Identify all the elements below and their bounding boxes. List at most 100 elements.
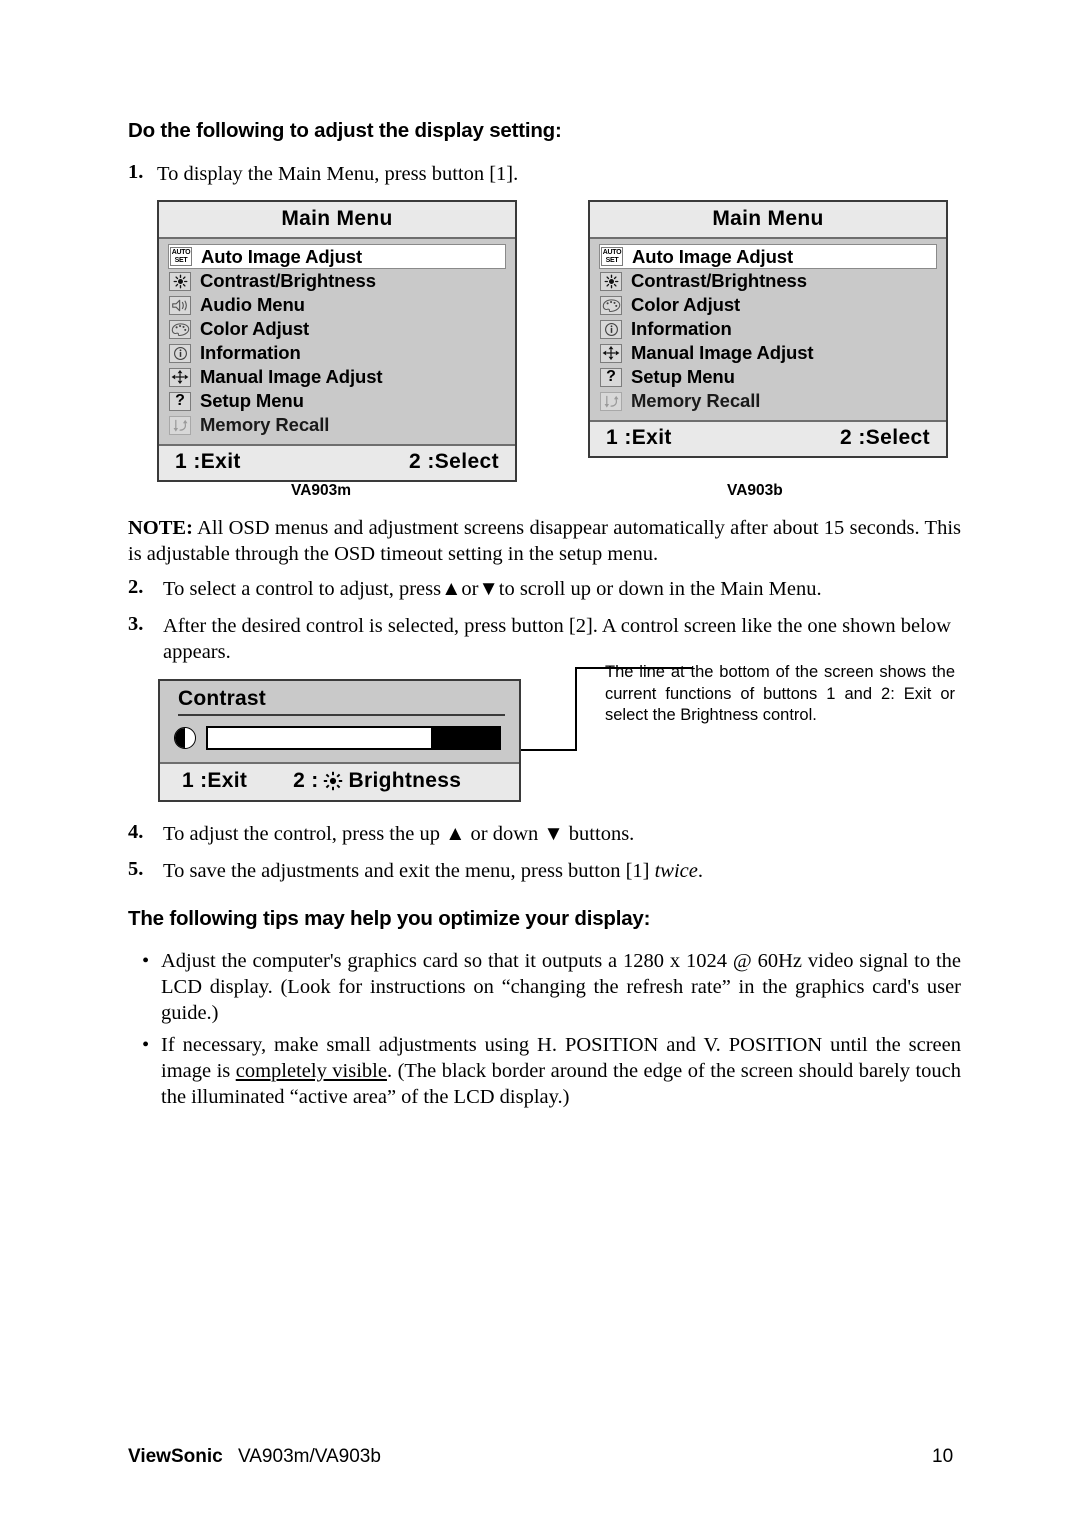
callout-leader-vertical [575, 667, 577, 751]
osd-left-item-label: Setup Menu [200, 390, 304, 411]
osd-left-item-label: Memory Recall [200, 414, 330, 435]
osd-right-item-setup-menu[interactable]: ? Setup Menu [599, 365, 937, 389]
contrast-slider-row [160, 716, 519, 762]
step-4-text: To adjust the control, press the up ▲ or… [163, 823, 635, 845]
note-label: NOTE: [128, 517, 193, 539]
osd-contrast-control-screen: Contrast 1 :Exit 2 : Brightness [158, 679, 521, 802]
step-5-lead: To save the adjustments and exit the men… [163, 860, 655, 882]
information-icon [600, 319, 622, 339]
memory-recall-icon [169, 415, 191, 435]
footer-brand: ViewSonic [128, 1446, 223, 1467]
contrast-half-circle-icon [174, 727, 196, 749]
brightness-sun-icon [600, 271, 622, 291]
osd-right-item-label: Information [631, 318, 732, 339]
osd-left-title: Main Menu [159, 202, 515, 239]
osd-left-footer-exit[interactable]: 1 :Exit [175, 450, 241, 474]
osd-left-item-color-adjust[interactable]: Color Adjust [168, 317, 506, 341]
osd-right-item-label: Color Adjust [631, 294, 741, 315]
tip-2-text: If necessary, make small adjustments usi… [161, 1032, 961, 1110]
brightness-sun-icon [169, 271, 191, 291]
contrast-slider-fill [208, 728, 433, 748]
color-palette-icon [600, 295, 622, 315]
question-mark-icon: ? [169, 391, 191, 411]
osd-right-item-contrast-brightness[interactable]: Contrast/Brightness [599, 269, 937, 293]
osd-left-footer: 1 :Exit 2 :Select [159, 444, 515, 480]
contrast-title: Contrast [178, 687, 266, 710]
osd-right-item-memory-recall[interactable]: Memory Recall [599, 389, 937, 413]
callout-text: The line at the bottom of the screen sho… [605, 663, 955, 724]
osd-main-menu-va903b: Main Menu AUTO SET Auto Image Adjust Con… [588, 200, 948, 458]
osd-left-item-label: Color Adjust [200, 318, 310, 339]
step-1-text: To display the Main Menu, press button [… [157, 163, 519, 185]
osd-right-item-label: Setup Menu [631, 366, 735, 387]
memory-recall-icon [600, 391, 622, 411]
osd-right-item-label: Auto Image Adjust [632, 245, 794, 267]
step-1-number: 1. [128, 161, 144, 183]
osd-main-menu-va903m: Main Menu AUTO SET Auto Image Adjust Con… [157, 200, 517, 482]
osd-right-footer: 1 :Exit 2 :Select [590, 420, 946, 456]
osd-left-item-label: Information [200, 342, 301, 363]
step-5-tail: . [697, 860, 703, 882]
tip-1-text: Adjust the computer's graphics card so t… [161, 950, 961, 1024]
osd-left-item-label: Audio Menu [200, 294, 305, 315]
auto-set-icon: AUTO SET [601, 247, 623, 266]
osd-right-item-auto-image-adjust[interactable]: AUTO SET Auto Image Adjust [599, 244, 937, 269]
osd-left-item-memory-recall[interactable]: Memory Recall [168, 413, 506, 437]
osd-left-items: AUTO SET Auto Image Adjust Contrast/Brig… [159, 239, 515, 444]
brightness-sun-icon [323, 771, 343, 791]
tip-1-bullet: • [142, 950, 150, 972]
step-5-italic: twice [654, 860, 698, 882]
question-mark-icon: ? [600, 367, 622, 387]
osd-right-item-information[interactable]: Information [599, 317, 937, 341]
osd-left-item-audio-menu[interactable]: Audio Menu [168, 293, 506, 317]
step-2-number: 2. [128, 576, 144, 598]
step-5-number: 5. [128, 858, 144, 880]
osd-right-item-label: Memory Recall [631, 390, 761, 411]
osd-left-item-label: Contrast/Brightness [200, 270, 376, 291]
osd-left-footer-select[interactable]: 2 :Select [409, 450, 499, 474]
osd-right-item-color-adjust[interactable]: Color Adjust [599, 293, 937, 317]
contrast-footer: 1 :Exit 2 : Brightness [160, 762, 519, 800]
osd-right-items: AUTO SET Auto Image Adjust Contrast/Brig… [590, 239, 946, 420]
auto-set-icon: AUTO SET [170, 247, 192, 266]
information-icon [169, 343, 191, 363]
color-palette-icon [169, 319, 191, 339]
step-3-text: After the desired control is selected, p… [163, 615, 951, 663]
move-arrows-icon [169, 367, 191, 387]
document-page: Do the following to adjust the display s… [0, 0, 1080, 1527]
tip-2-underlined: completely visible [235, 1060, 387, 1082]
contrast-footer-brightness-label[interactable]: Brightness [349, 769, 462, 793]
osd-left-item-manual-image-adjust[interactable]: Manual Image Adjust [168, 365, 506, 389]
step-4-number: 4. [128, 821, 144, 843]
move-arrows-icon [600, 343, 622, 363]
osd-right-footer-select[interactable]: 2 :Select [840, 426, 930, 450]
step-2-text: To select a control to adjust, press▲or▼… [163, 578, 822, 600]
contrast-footer-button-num: 2 : [293, 769, 319, 792]
page-heading-adjust-display: Do the following to adjust the display s… [128, 119, 562, 142]
callout-leader-bottom [521, 749, 577, 751]
note-paragraph: NOTE: All OSD menus and adjustment scree… [128, 515, 961, 567]
osd-left-item-contrast-brightness[interactable]: Contrast/Brightness [168, 269, 506, 293]
osd-left-item-setup-menu[interactable]: ? Setup Menu [168, 389, 506, 413]
osd-right-footer-exit[interactable]: 1 :Exit [606, 426, 672, 450]
osd-right-item-label: Manual Image Adjust [631, 342, 814, 363]
osd-left-item-auto-image-adjust[interactable]: AUTO SET Auto Image Adjust [168, 244, 506, 269]
osd-right-title: Main Menu [590, 202, 946, 239]
note-text: All OSD menus and adjustment screens dis… [128, 517, 961, 565]
osd-right-item-label: Contrast/Brightness [631, 270, 807, 291]
footer-model: VA903m/VA903b [238, 1446, 381, 1467]
step-5-text: To save the adjustments and exit the men… [163, 858, 963, 884]
osd-left-item-label: Manual Image Adjust [200, 366, 383, 387]
footer-page-number: 10 [932, 1446, 954, 1467]
caption-va903b: VA903b [727, 482, 783, 499]
page-heading-tips: The following tips may help you optimize… [128, 907, 651, 930]
step-3-number: 3. [128, 613, 144, 635]
osd-right-item-manual-image-adjust[interactable]: Manual Image Adjust [599, 341, 937, 365]
speaker-icon [169, 295, 191, 315]
contrast-footer-exit[interactable]: 1 :Exit [182, 769, 247, 793]
osd-left-item-label: Auto Image Adjust [201, 245, 363, 267]
osd-left-item-information[interactable]: Information [168, 341, 506, 365]
contrast-slider[interactable] [206, 726, 501, 750]
tip-2-bullet: • [142, 1034, 150, 1056]
caption-va903m: VA903m [291, 482, 352, 499]
